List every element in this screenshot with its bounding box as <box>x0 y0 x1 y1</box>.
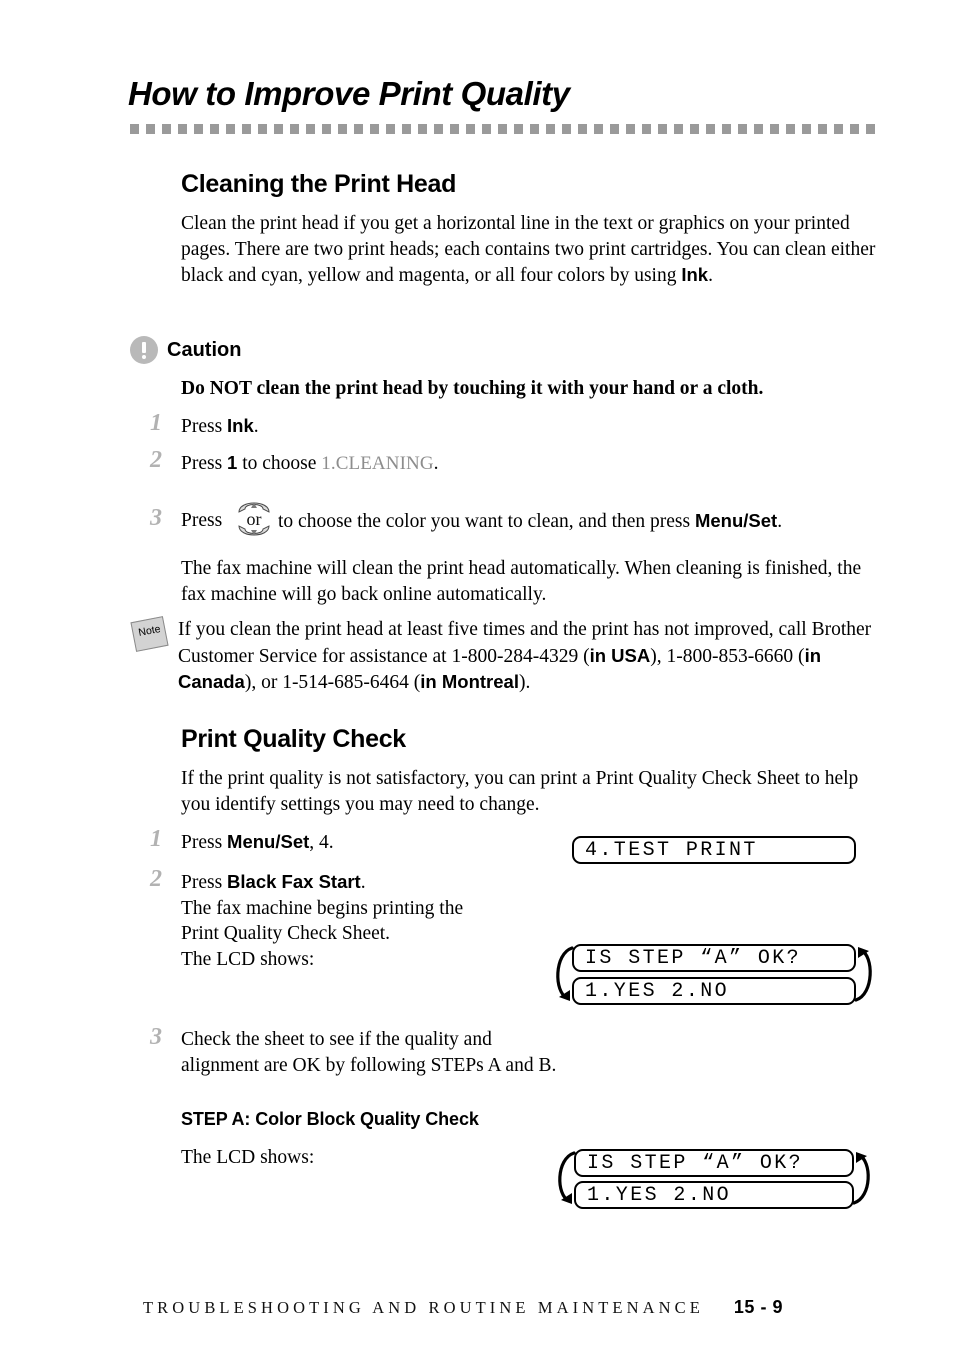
step-cleaning-3-mid: to choose the color you want to clean, a… <box>278 511 695 532</box>
lcd-display-test-print: 4.TEST PRINT <box>572 836 856 864</box>
exclamation-circle-icon <box>130 336 158 364</box>
step-body-cleaning-3-post: to choose the color you want to clean, a… <box>278 508 878 535</box>
caution-label: Caution <box>167 338 242 361</box>
note-line-3-e: ). <box>518 672 531 693</box>
step-qc-2-line-3: Print Quality Check Sheet. <box>181 923 391 944</box>
step-cleaning-3-post: . <box>777 511 783 532</box>
step-number-qc-3: 3 <box>150 1024 162 1050</box>
lcd-text-test-print: 4.TEST PRINT <box>585 838 758 862</box>
step-qc-2-bold: Black Fax Start <box>227 871 361 892</box>
lcd-display-step-a-answers: 1.YES 2.NO <box>572 977 856 1005</box>
note-line-2-c: ), <box>650 645 662 667</box>
note-line-3-c: ), or 1-514-685-6464 ( <box>244 672 421 693</box>
step-qc-2-post: . <box>360 872 366 893</box>
step-cleaning-2-lcd-value: 1.CLEANING <box>321 453 434 474</box>
footer-chapter-title: TROUBLESHOOTING AND ROUTINE MAINTENANCE <box>143 1298 704 1317</box>
lcd-text-step-a2-answers: 1.YES 2.NO <box>587 1183 732 1207</box>
heading-step-a-color-block-quality-check: STEP A: Color Block Quality Check <box>181 1109 479 1129</box>
step-cleaning-2-bold: 1 <box>227 452 238 473</box>
step-qc-2-pre: Press <box>181 872 228 893</box>
lcd-display-step-a2-answers: 1.YES 2.NO <box>574 1181 854 1209</box>
page-footer: TROUBLESHOOTING AND ROUTINE MAINTENANCE … <box>143 1297 885 1318</box>
step-body-qc-2: Press Black Fax Start. The fax machine b… <box>181 869 541 972</box>
cleaning-intro-period: . <box>708 265 713 286</box>
step-cleaning-3-bold: Menu/Set <box>694 510 778 531</box>
lcd-text-step-a-question: IS STEP “A” OK? <box>585 946 802 970</box>
page-title: How to Improve Print Quality <box>128 75 570 112</box>
step-qc-1-bold: Menu/Set <box>227 831 310 852</box>
caution-callout: Caution <box>130 336 241 364</box>
lcd-display-step-a-question: IS STEP “A” OK? <box>572 944 856 972</box>
cleaning-intro-line-1: Clean the print head if you get a horizo… <box>181 213 790 234</box>
step-number-qc-1: 1 <box>150 826 162 852</box>
step-cleaning-1-bold: Ink <box>227 415 254 436</box>
note-in-usa-bold: in USA <box>589 644 651 666</box>
lcd-text-step-a-answers: 1.YES 2.NO <box>585 979 730 1003</box>
lcd-cycle-arrow-right-icon <box>854 947 872 1002</box>
cleaning-intro-paragraph: Clean the print head if you get a horizo… <box>181 211 881 289</box>
step-qc-3-line-2: alignment are OK by following STEPs A an… <box>181 1054 557 1076</box>
note-paragraph: If you clean the print head at least fiv… <box>178 617 883 696</box>
lcd-display-step-a2-question: IS STEP “A” OK? <box>574 1149 854 1177</box>
footer-page-number: 15 - 9 <box>733 1297 783 1317</box>
step-number-qc-2: 2 <box>150 866 162 892</box>
step-cleaning-3-pre: Press <box>181 510 223 531</box>
cleaning-after-step3-paragraph: The fax machine will clean the print hea… <box>181 556 881 607</box>
note-tag-icon: Note <box>130 616 169 652</box>
header-dashed-rule <box>130 124 878 134</box>
heading-print-quality-check: Print Quality Check <box>181 725 406 753</box>
step-body-cleaning-2: Press 1 to choose 1.CLEANING. <box>181 450 871 477</box>
note-line-1: If you clean the print head at least fiv… <box>178 619 807 640</box>
step-qc-3-line-1: Check the sheet to see if the quality an… <box>181 1029 492 1050</box>
step-cleaning-1-pre: Press <box>181 416 228 437</box>
note-in-montreal-bold: in Montreal <box>420 671 519 692</box>
up-down-key-icon: or <box>231 490 277 548</box>
caution-text: Do NOT clean the print head by touching … <box>181 378 764 399</box>
step-qc-2-line-2: The fax machine begins printing the <box>181 897 464 919</box>
step-cleaning-2-mid: to choose <box>237 453 322 474</box>
step-body-qc-3: Check the sheet to see if the quality an… <box>181 1027 611 1078</box>
step-body-qc-1: Press Menu/Set, 4. <box>181 829 541 856</box>
step-a-lcd-shows-label: The LCD shows: <box>181 1147 315 1168</box>
step-qc-1-pre: Press <box>181 832 228 853</box>
step-number-cleaning-1: 1 <box>150 410 162 436</box>
cleaning-intro-ink-bold: Ink <box>681 264 709 285</box>
step-number-cleaning-3: 3 <box>150 505 162 531</box>
heading-cleaning-the-print-head: Cleaning the Print Head <box>181 170 457 198</box>
lcd-text-step-a2-question: IS STEP “A” OK? <box>587 1151 804 1175</box>
step-cleaning-1-post: . <box>253 416 259 437</box>
lcd-cycle-arrow-right-icon-2 <box>852 1152 870 1205</box>
step-body-cleaning-3-pre: Press <box>181 508 222 534</box>
quality-check-intro-paragraph: If the print quality is not satisfactory… <box>181 766 881 817</box>
quality-check-intro-line-1: If the print quality is not satisfactory… <box>181 768 800 789</box>
cleaning-after-step3-line-1: The fax machine will clean the print hea… <box>181 558 760 579</box>
note-line-3-a: 1-800-853-6660 ( <box>666 645 805 667</box>
step-cleaning-2-pre: Press <box>181 453 228 474</box>
up-down-key-or-label: or <box>246 509 262 529</box>
step-number-cleaning-2: 2 <box>150 447 162 473</box>
step-qc-2-line-4: The LCD shows: <box>181 948 315 970</box>
step-body-cleaning-1: Press Ink. <box>181 413 871 440</box>
chapter-header: How to Improve Print Quality <box>128 74 888 114</box>
step-qc-1-post: , 4. <box>309 832 334 853</box>
step-cleaning-2-post: . <box>433 453 439 474</box>
document-page: How to Improve Print Quality Cleaning th… <box>0 0 954 1352</box>
